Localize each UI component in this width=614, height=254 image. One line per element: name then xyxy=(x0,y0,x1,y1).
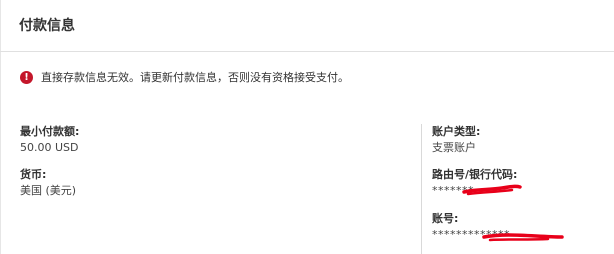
account-type-field: 账户类型: 支票账户 xyxy=(432,125,480,155)
routing-number-label: 路由号/银行代码: xyxy=(432,168,518,181)
min-payment-value: 50.00 USD xyxy=(20,141,79,154)
routing-number-field: 路由号/银行代码: ******* xyxy=(432,168,517,198)
account-number-label: 账号: xyxy=(432,212,459,225)
panel-header: 付款信息 xyxy=(0,0,614,52)
min-payment-label: 最小付款额: xyxy=(20,125,80,138)
error-icon: ! xyxy=(20,70,33,84)
account-type-label: 账户类型: xyxy=(432,125,481,138)
currency-field: 货币: 美国 (美元) xyxy=(20,168,76,198)
error-alert: ! 直接存款信息无效。请更新付款信息，否则没有资格接受支付。 xyxy=(20,68,349,86)
column-divider xyxy=(421,124,422,254)
account-number-value: ************* xyxy=(432,228,510,241)
account-type-value: 支票账户 xyxy=(432,141,476,154)
routing-number-value: ******* xyxy=(432,184,474,197)
alert-message: 直接存款信息无效。请更新付款信息，否则没有资格接受支付。 xyxy=(41,71,349,84)
panel-title: 付款信息 xyxy=(19,18,75,34)
payment-info-panel: 付款信息 ! 直接存款信息无效。请更新付款信息，否则没有资格接受支付。 最小付款… xyxy=(0,0,614,254)
currency-value: 美国 (美元) xyxy=(20,184,77,197)
currency-label: 货币: xyxy=(20,168,47,181)
account-number-field: 账号: ************* xyxy=(432,212,510,242)
min-payment-field: 最小付款额: 50.00 USD xyxy=(20,125,79,155)
